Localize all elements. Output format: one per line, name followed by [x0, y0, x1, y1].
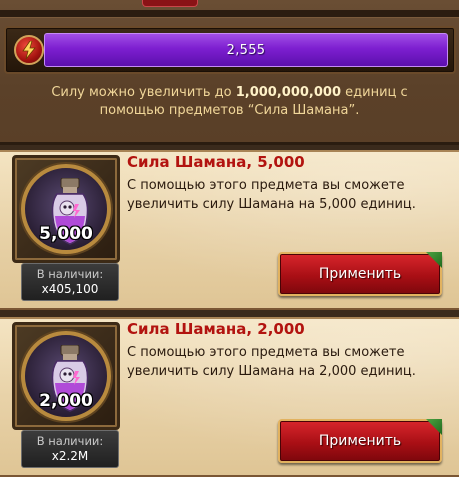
- apply-button[interactable]: Применить: [278, 419, 442, 463]
- shaman-potion-icon: 5,000: [21, 164, 111, 254]
- shaman-potion-icon: 2,000: [21, 331, 111, 421]
- apply-button[interactable]: Применить: [278, 252, 442, 296]
- stock-box: В наличии: x405,100: [21, 263, 119, 301]
- power-value: 2,555: [226, 42, 266, 58]
- item-frame: 5,000: [12, 155, 120, 263]
- apply-button-label: Применить: [318, 266, 402, 282]
- top-tab[interactable]: [142, 0, 198, 7]
- item-card: 5,000 В наличии: x405,100 Сила Шамана, 5…: [0, 150, 459, 310]
- info-line-2: помощью предметов “Сила Шамана”.: [99, 103, 360, 118]
- stock-value: x2.2M: [51, 449, 89, 463]
- stock-box: В наличии: x2.2M: [21, 430, 119, 468]
- top-strip: [0, 10, 459, 18]
- item-description: С помощью этого предмета вы сможете увел…: [127, 345, 416, 379]
- lightning-icon: [14, 35, 44, 65]
- corner-flag-icon: [426, 419, 442, 435]
- info-line-1: Силу можно увеличить до 1,000,000,000 ед…: [0, 84, 459, 102]
- item-title: Сила Шамана, 2,000: [127, 320, 305, 338]
- info-suffix: единиц с: [345, 85, 408, 100]
- stock-label: В наличии:: [36, 434, 104, 448]
- apply-button-label: Применить: [318, 433, 402, 449]
- item-title: Сила Шамана, 5,000: [127, 153, 305, 171]
- power-bar: 2,555: [44, 33, 448, 67]
- stock-value: x405,100: [41, 282, 99, 296]
- item-frame: 2,000: [12, 322, 120, 430]
- item-amount: 5,000: [39, 224, 93, 244]
- info-amount: 1,000,000,000: [235, 85, 342, 100]
- item-description: С помощью этого предмета вы сможете увел…: [127, 178, 416, 212]
- item-card: 2,000 В наличии: x2.2M Сила Шамана, 2,00…: [0, 317, 459, 477]
- stock-label: В наличии:: [36, 267, 104, 281]
- corner-flag-icon: [426, 252, 442, 268]
- info-prefix: Силу можно увеличить до: [51, 85, 232, 100]
- info-text: Силу можно увеличить до 1,000,000,000 ед…: [0, 84, 459, 120]
- item-amount: 2,000: [39, 391, 93, 411]
